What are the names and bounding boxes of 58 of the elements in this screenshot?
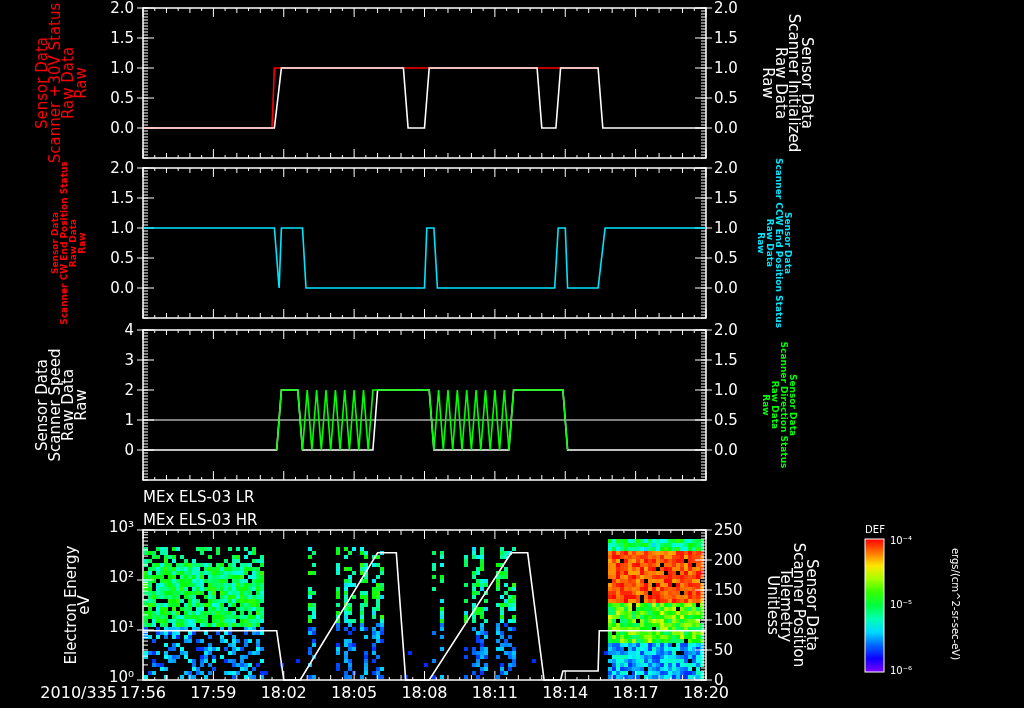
tick-label: 0.5 (714, 410, 738, 429)
time-label: 18:05 (331, 682, 378, 702)
tick-label: 0.5 (714, 88, 738, 107)
tick-label: 10¹ (108, 617, 134, 636)
tick-label: 2 (124, 380, 134, 399)
tick-label: 2.0 (714, 158, 738, 177)
tick-label: 2.0 (714, 0, 738, 17)
tick-label: 1.5 (714, 350, 738, 369)
axis-title: Sensor Data Scanner Position Telemetry Unitless (763, 542, 821, 668)
tick-label: 0.5 (110, 248, 134, 267)
tick-label: 1.0 (714, 218, 738, 237)
tick-label: 1.0 (110, 218, 134, 237)
time-label: 18:14 (542, 682, 589, 702)
tick-label: 0 (124, 440, 134, 459)
tick-label: 1.5 (714, 188, 738, 207)
tick-label: 100 (714, 610, 743, 629)
tick-label: 250 (714, 520, 743, 539)
colorbar-title: DEF (865, 524, 885, 535)
tick-label: 10² (108, 567, 134, 586)
axis-title: Sensor Data Scanner CCW End Position Status Raw Data Raw (756, 158, 794, 328)
tick-label: 1.0 (110, 58, 134, 77)
tick-label: 2.0 (110, 0, 134, 17)
instrument-label: MEx ELS-03 LR (143, 487, 255, 506)
time-label: 18:08 (401, 682, 448, 702)
axis-title: Sensor Data Scanner Initialized Raw Data Raw (758, 13, 816, 153)
tick-label: 0.0 (714, 278, 738, 297)
tick-label: 0.5 (110, 88, 134, 107)
tick-label: 2.0 (714, 320, 738, 339)
colorbar-label: 10⁻⁵ (890, 599, 912, 610)
time-label: 18:17 (612, 682, 659, 702)
tick-label: 1.5 (714, 28, 738, 47)
tick-label: 0.0 (110, 278, 134, 297)
tick-label: 10³ (108, 517, 134, 536)
tick-label: 3 (124, 350, 134, 369)
tick-label: 2.0 (110, 158, 134, 177)
colorbar-label: 10⁻⁶ (890, 665, 912, 676)
tick-label: 1.5 (110, 188, 134, 207)
axis-title: Sensor Data Scanner Speed Raw Data Raw (33, 348, 91, 462)
tick-label: 50 (714, 640, 734, 659)
axis-title: Sensor Data Scanner Direction Status Raw Data Raw (761, 341, 799, 469)
colorbar-label: 10⁻⁴ (890, 535, 912, 546)
tick-label: 1.0 (714, 380, 738, 399)
time-label: 18:11 (471, 682, 518, 702)
instrument-label: MEx ELS-03 HR (143, 510, 258, 529)
tick-label: 150 (714, 580, 743, 599)
colorbar-units: ergs/(cm^2-sr-sec-eV) (950, 547, 961, 661)
tick-label: 200 (714, 550, 743, 569)
tick-label: 0.0 (714, 440, 738, 459)
tick-label: 1.0 (714, 58, 738, 77)
tick-label: 1.5 (110, 28, 134, 47)
tick-label: 0.0 (110, 118, 134, 137)
tick-label: 1 (124, 410, 134, 429)
tick-label: 0.5 (714, 248, 738, 267)
time-label: 17:59 (190, 682, 237, 702)
tick-label: 4 (124, 320, 134, 339)
tick-label: 0.0 (714, 118, 738, 137)
axis-title: Electron Energy eV (62, 545, 94, 665)
time-label: 18:02 (260, 682, 307, 702)
